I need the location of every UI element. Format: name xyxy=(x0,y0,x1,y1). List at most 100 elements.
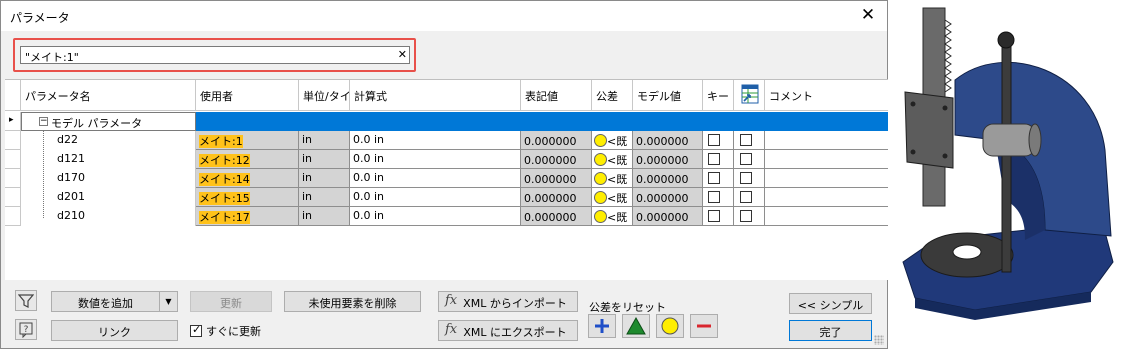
done-button[interactable]: 完了 xyxy=(789,320,872,341)
table-row[interactable]: d201 メイト:15 in 0.0 in 0.000000 <既 0.0000… xyxy=(5,188,888,207)
tolerance-cell[interactable]: <既 xyxy=(592,169,633,188)
xml-import-label: XML からインポート xyxy=(463,297,567,310)
export-checkbox[interactable] xyxy=(740,191,752,203)
export-cell[interactable] xyxy=(734,150,765,169)
equation-cell[interactable]: 0.0 in xyxy=(350,131,521,150)
collapse-toggle-icon[interactable]: − xyxy=(39,117,48,126)
comment-cell[interactable] xyxy=(765,169,888,188)
comment-cell[interactable] xyxy=(765,150,888,169)
param-name-cell[interactable]: d170 xyxy=(21,169,196,188)
column-header-tolerance[interactable]: 公差 xyxy=(592,80,633,111)
export-cell[interactable] xyxy=(734,188,765,207)
clear-search-icon[interactable]: ✕ xyxy=(398,48,407,61)
used-by-value: メイト:15 xyxy=(199,192,250,205)
equation-cell[interactable]: 0.0 in xyxy=(350,150,521,169)
export-cell[interactable] xyxy=(734,207,765,226)
column-header-nominal[interactable]: 表記値 xyxy=(521,80,592,111)
key-checkbox[interactable] xyxy=(708,191,720,203)
link-button[interactable]: リンク xyxy=(51,320,178,341)
param-name-cell[interactable]: d22 xyxy=(21,131,196,150)
key-cell[interactable] xyxy=(703,188,734,207)
circle-icon xyxy=(594,134,607,147)
immediate-update-checkbox[interactable]: ✓ xyxy=(190,323,202,337)
filter-button[interactable] xyxy=(15,290,37,311)
comment-cell[interactable] xyxy=(765,131,888,150)
column-header-comment[interactable]: コメント xyxy=(765,80,888,111)
export-checkbox[interactable] xyxy=(740,210,752,222)
param-name-cell[interactable]: d201 xyxy=(21,188,196,207)
export-checkbox[interactable] xyxy=(740,172,752,184)
add-value-button[interactable]: 数値を追加 ▼ xyxy=(51,291,178,312)
export-checkbox[interactable] xyxy=(740,153,752,165)
triangle-icon xyxy=(626,316,646,335)
search-input[interactable]: "メイト:1" ✕ xyxy=(20,46,410,64)
check-icon: ✓ xyxy=(192,323,202,336)
column-header-equation[interactable]: 計算式 xyxy=(350,80,521,111)
arbor-press-model xyxy=(902,7,1114,320)
circle-icon xyxy=(594,210,607,223)
tolerance-cell[interactable]: <既 xyxy=(592,207,633,226)
simple-mode-button[interactable]: << シンプル xyxy=(789,293,872,314)
row-pointer-icon: ▸ xyxy=(9,115,14,125)
column-header-used-by[interactable]: 使用者 xyxy=(196,80,299,111)
column-header-export[interactable] xyxy=(734,80,765,111)
equation-cell[interactable]: 0.0 in xyxy=(350,207,521,226)
close-icon[interactable]: ✕ xyxy=(859,5,877,25)
used-by-value: メイト:12 xyxy=(199,154,250,167)
export-checkbox[interactable] xyxy=(740,134,752,146)
export-cell[interactable] xyxy=(734,169,765,188)
unit-cell: in xyxy=(299,207,350,226)
equation-cell[interactable]: 0.0 in xyxy=(350,169,521,188)
table-icon xyxy=(741,84,759,104)
update-button[interactable]: 更新 xyxy=(190,291,272,312)
chevron-down-icon[interactable]: ▼ xyxy=(159,292,177,311)
lower-tolerance-button[interactable] xyxy=(690,314,718,338)
param-name-cell[interactable]: d121 xyxy=(21,150,196,169)
group-name-cell[interactable]: − モデル パラメータ xyxy=(21,112,196,131)
model-value-cell: 0.000000 xyxy=(633,150,703,169)
xml-import-button[interactable]: fx XML からインポート xyxy=(438,291,578,312)
key-cell[interactable] xyxy=(703,207,734,226)
table-row[interactable]: d170 メイト:14 in 0.0 in 0.000000 <既 0.0000… xyxy=(5,169,888,188)
key-cell[interactable] xyxy=(703,131,734,150)
export-cell[interactable] xyxy=(734,131,765,150)
tolerance-cell[interactable]: <既 xyxy=(592,150,633,169)
model-viewport[interactable] xyxy=(895,0,1126,349)
param-name: d22 xyxy=(57,133,78,146)
resize-grip-icon[interactable] xyxy=(874,335,884,345)
model-value-cell: 0.000000 xyxy=(633,169,703,188)
key-cell[interactable] xyxy=(703,150,734,169)
column-header-key[interactable]: キー xyxy=(703,80,734,111)
key-checkbox[interactable] xyxy=(708,172,720,184)
tolerance-cell[interactable]: <既 xyxy=(592,188,633,207)
param-name: d170 xyxy=(57,171,85,184)
upper-tolerance-button[interactable] xyxy=(588,314,616,338)
tolerance-cell[interactable]: <既 xyxy=(592,131,633,150)
key-checkbox[interactable] xyxy=(708,210,720,222)
equation-cell[interactable]: 0.0 in xyxy=(350,188,521,207)
comment-cell[interactable] xyxy=(765,207,888,226)
xml-export-button[interactable]: fx XML にエクスポート xyxy=(438,320,578,341)
table-row[interactable]: d210 メイト:17 in 0.0 in 0.000000 <既 0.0000… xyxy=(5,207,888,226)
remove-unused-button[interactable]: 未使用要素を削除 xyxy=(284,291,421,312)
key-checkbox[interactable] xyxy=(708,153,720,165)
key-checkbox[interactable] xyxy=(708,134,720,146)
title-bar: パラメータ ✕ xyxy=(1,1,887,31)
row-indicator: ▸ xyxy=(5,112,21,131)
nominal-cell: 0.000000 xyxy=(521,131,592,150)
help-button[interactable]: ? xyxy=(15,319,37,340)
median-tolerance-button[interactable] xyxy=(622,314,650,338)
param-name-cell[interactable]: d210 xyxy=(21,207,196,226)
table-row[interactable]: d121 メイト:12 in 0.0 in 0.000000 <既 0.0000… xyxy=(5,150,888,169)
key-cell[interactable] xyxy=(703,169,734,188)
column-header-name[interactable]: パラメータ名 xyxy=(21,80,196,111)
row-indicator xyxy=(5,150,21,169)
circle-icon xyxy=(594,172,607,185)
column-header-model-value[interactable]: モデル値 xyxy=(633,80,703,111)
column-header-unit[interactable]: 単位/タイ xyxy=(299,80,350,111)
table-row[interactable]: d22 メイト:1 in 0.0 in 0.000000 <既 0.000000 xyxy=(5,131,888,150)
row-indicator xyxy=(5,207,21,226)
nominal-tolerance-button[interactable] xyxy=(656,314,684,338)
group-row-model-parameters[interactable]: ▸ − モデル パラメータ xyxy=(5,112,888,131)
comment-cell[interactable] xyxy=(765,188,888,207)
